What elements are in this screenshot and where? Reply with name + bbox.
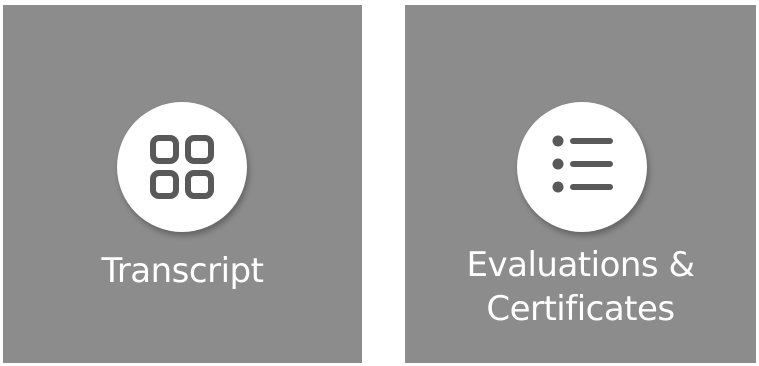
evaluations-label-line1: Evaluations &	[466, 245, 695, 285]
grid-icon	[150, 135, 214, 199]
list-icon	[552, 135, 613, 193]
dashboard-tiles: Transcript Evaluations & Certificates	[0, 0, 759, 366]
transcript-label: Transcript	[101, 251, 264, 291]
transcript-tile[interactable]: Transcript	[3, 5, 362, 363]
evaluations-certificates-label: Evaluations & Certificates	[405, 243, 756, 331]
evaluations-label-line2: Certificates	[486, 289, 675, 329]
transcript-icon-circle	[117, 102, 247, 232]
evaluations-icon-circle	[517, 102, 647, 232]
evaluations-certificates-tile[interactable]: Evaluations & Certificates	[405, 5, 756, 363]
